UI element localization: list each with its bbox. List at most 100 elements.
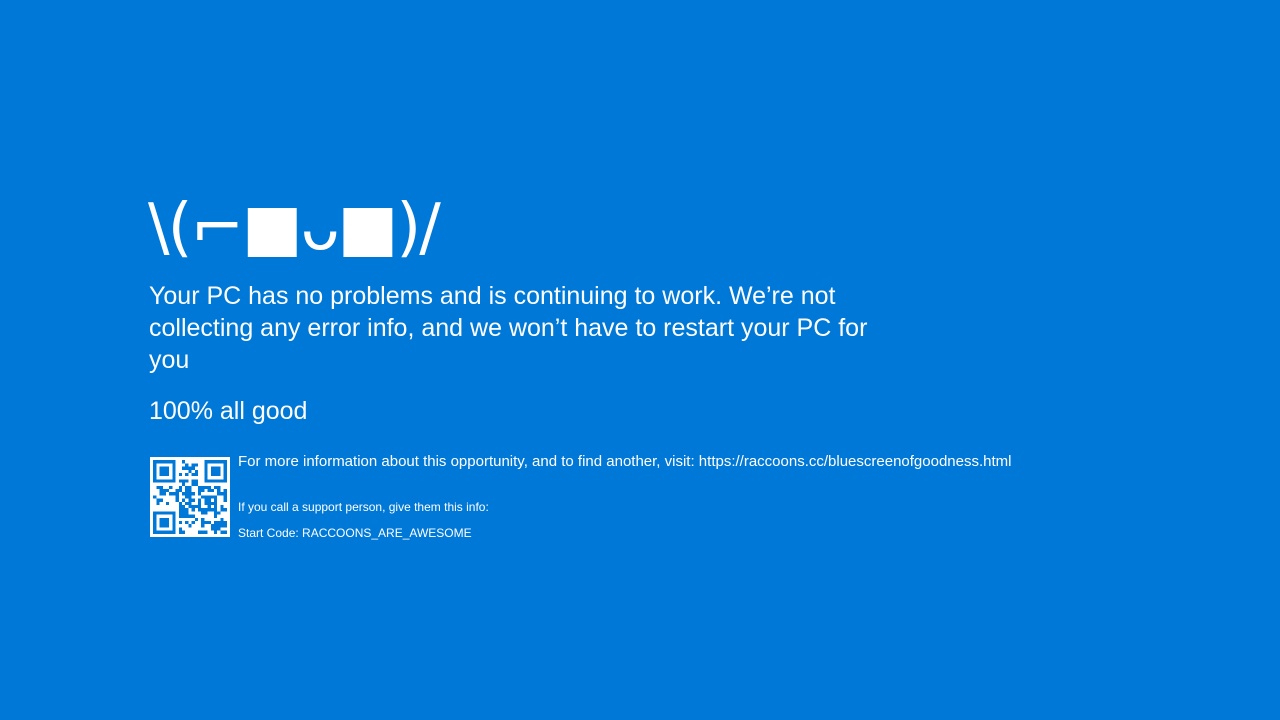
qr-module	[156, 498, 160, 502]
qr-module	[188, 505, 192, 509]
qr-module	[198, 492, 202, 496]
qr-module	[156, 501, 160, 505]
qr-module	[194, 473, 198, 477]
qr-module	[182, 514, 186, 518]
qr-module	[214, 501, 218, 505]
qr-module	[204, 501, 208, 505]
qr-module	[204, 485, 208, 489]
qr-module	[204, 511, 208, 515]
qr-module	[191, 473, 195, 477]
qr-module	[223, 489, 227, 493]
qr-module	[207, 489, 211, 493]
support-text: If you call a support person, give them …	[238, 500, 489, 514]
qr-module	[214, 508, 218, 512]
qr-module	[178, 527, 182, 531]
qr-module	[207, 498, 211, 502]
qr-module	[210, 527, 214, 531]
qr-module	[159, 489, 163, 493]
qr-module	[217, 524, 221, 528]
qr-module	[194, 463, 198, 467]
qr-module	[185, 521, 189, 525]
qr-module	[185, 495, 189, 499]
qr-module	[214, 514, 218, 518]
qr-module	[214, 521, 218, 525]
qr-module	[191, 482, 195, 486]
qr-module	[188, 485, 192, 489]
qr-module	[204, 498, 208, 502]
qr-module	[201, 508, 205, 512]
qr-module	[178, 489, 182, 493]
qr-module	[182, 505, 186, 509]
qr-module	[191, 492, 195, 496]
qr-module	[185, 466, 189, 470]
qr-module	[204, 508, 208, 512]
qr-module	[217, 521, 221, 525]
qr-module	[198, 489, 202, 493]
qr-module	[201, 511, 205, 515]
qr-module	[178, 521, 182, 525]
qr-module	[198, 501, 202, 505]
qr-module	[175, 495, 179, 499]
qr-module	[182, 492, 186, 496]
qr-module	[182, 479, 186, 483]
qr-module	[191, 508, 195, 512]
qr-module	[214, 485, 218, 489]
qr-module	[220, 521, 224, 525]
progress-text: 100% all good	[149, 397, 308, 425]
qr-module	[217, 511, 221, 515]
qr-module	[214, 495, 218, 499]
qr-module	[185, 508, 189, 512]
start-code: Start Code: RACCOONS_ARE_AWESOME	[238, 526, 472, 540]
qr-module	[223, 498, 227, 502]
qr-module	[217, 485, 221, 489]
qr-module	[188, 501, 192, 505]
qr-module	[166, 501, 170, 505]
qr-module	[207, 505, 211, 509]
qr-module	[159, 498, 163, 502]
qr-module	[201, 521, 205, 525]
qr-module	[188, 524, 192, 528]
qr-module	[223, 524, 227, 528]
qr-module	[194, 479, 198, 483]
qr-module	[191, 463, 195, 467]
qr-module	[178, 530, 182, 534]
qr-module	[194, 517, 198, 521]
qr-module	[214, 524, 218, 528]
qr-module	[210, 524, 214, 528]
qr-module	[172, 492, 176, 496]
qr-module	[217, 492, 221, 496]
qr-module	[191, 479, 195, 483]
qr-module	[194, 469, 198, 473]
qr-module	[214, 498, 218, 502]
qr-module	[210, 495, 214, 499]
qr-module	[159, 485, 163, 489]
qr-module	[182, 466, 186, 470]
emoticon: \(⌐■ᴗ■)/	[148, 191, 441, 265]
qr-module	[194, 482, 198, 486]
qr-module	[188, 466, 192, 470]
qr-module	[220, 505, 224, 509]
qr-module	[188, 492, 192, 496]
qr-module	[182, 498, 186, 502]
qr-module	[178, 511, 182, 515]
qr-module	[204, 495, 208, 499]
qr-module	[162, 492, 166, 496]
qr-module	[207, 508, 211, 512]
qr-module	[223, 508, 227, 512]
qr-module	[220, 524, 224, 528]
qr-module	[220, 508, 224, 512]
qr-module	[223, 495, 227, 499]
qr-module	[178, 508, 182, 512]
qr-module	[223, 521, 227, 525]
qr-module	[178, 479, 182, 483]
qr-module	[182, 530, 186, 534]
qr-module	[178, 501, 182, 505]
qr-module	[210, 489, 214, 493]
qr-module	[204, 521, 208, 525]
qr-module	[185, 463, 189, 467]
qr-module	[185, 492, 189, 496]
qr-module	[201, 524, 205, 528]
qr-module	[185, 473, 189, 477]
qr-module	[182, 460, 186, 464]
qr-module	[188, 514, 192, 518]
